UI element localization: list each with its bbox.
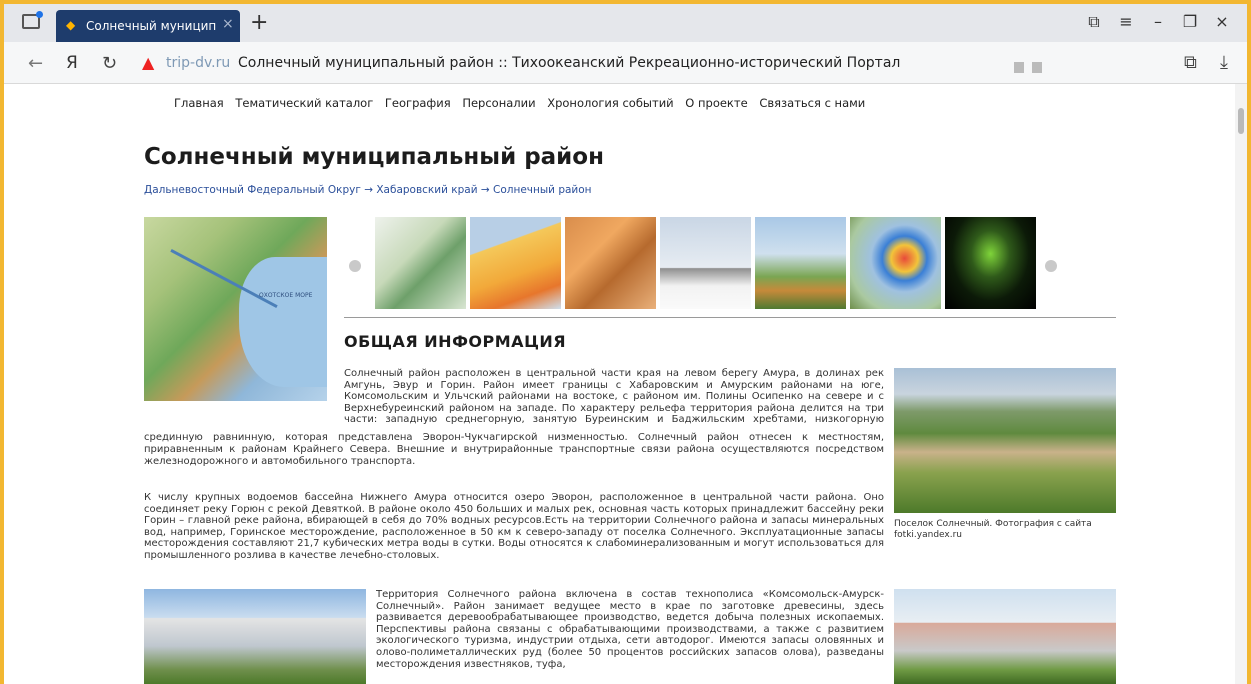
carousel-prev-icon[interactable] bbox=[349, 260, 361, 272]
nav-item-contact[interactable]: Связаться с нами bbox=[759, 96, 865, 110]
settlement-photo[interactable] bbox=[894, 368, 1116, 513]
page-scrollbar[interactable] bbox=[1235, 84, 1247, 684]
minimize-icon[interactable]: – bbox=[1146, 12, 1170, 31]
carousel-thumb-map2[interactable] bbox=[470, 217, 561, 309]
web-page: Главная Тематический каталог География П… bbox=[4, 84, 1247, 684]
carousel-next-icon[interactable] bbox=[1045, 260, 1057, 272]
nav-item-about[interactable]: О проекте bbox=[685, 96, 747, 110]
yandex-icon[interactable]: Я bbox=[66, 53, 78, 73]
tab-manager-icon[interactable]: ⧉ bbox=[1082, 12, 1106, 32]
carousel-thumb-night[interactable] bbox=[945, 217, 1036, 309]
address-domain: trip-dv.ru bbox=[166, 55, 231, 71]
page-title: Солнечный муниципальный район bbox=[144, 144, 604, 170]
info-paragraph-3: Территория Солнечного района включена в … bbox=[376, 589, 884, 670]
browser-tab[interactable]: ◆ Солнечный муниципаль × bbox=[56, 10, 240, 42]
translate-icon[interactable]: ⧉ bbox=[1184, 52, 1197, 73]
admin-building-photo[interactable] bbox=[144, 589, 366, 684]
breadcrumb: Дальневосточный Федеральный Округ → Хаба… bbox=[144, 184, 592, 196]
nav-item-catalog[interactable]: Тематический каталог bbox=[235, 96, 373, 110]
breadcrumb-item-district[interactable]: Дальневосточный Федеральный Округ bbox=[144, 184, 361, 196]
menu-icon[interactable]: ≡ bbox=[1114, 12, 1138, 31]
carousel-thumb-balloon[interactable] bbox=[850, 217, 941, 309]
reload-icon[interactable]: ↻ bbox=[102, 53, 117, 74]
close-tab-icon[interactable]: × bbox=[222, 16, 234, 32]
info-paragraph-2: К числу крупных водоемов бассейна Нижнег… bbox=[144, 492, 884, 561]
nav-item-home[interactable]: Главная bbox=[174, 96, 224, 110]
carousel-thumb-map3[interactable] bbox=[565, 217, 656, 309]
info-paragraph-1-cont: Солнечный район расположен в центральной… bbox=[144, 432, 884, 478]
photo-caption: Поселок Солнечный. Фотография с сайта fo… bbox=[894, 519, 1092, 540]
nav-item-chronology[interactable]: Хронология событий bbox=[547, 96, 673, 110]
back-icon[interactable]: ← bbox=[28, 53, 43, 74]
breadcrumb-item-rayon[interactable]: Солнечный район bbox=[493, 184, 592, 196]
nav-item-geography[interactable]: География bbox=[385, 96, 451, 110]
section-title: ОБЩАЯ ИНФОРМАЦИЯ bbox=[344, 332, 567, 351]
downloads-icon[interactable]: ⤓ bbox=[1220, 52, 1228, 73]
carousel-thumb-map1[interactable] bbox=[375, 217, 466, 309]
address-field[interactable]: ▲ trip-dv.ru Солнечный муниципальный рай… bbox=[142, 49, 972, 77]
info-paragraph-1-top: Солнечный район расположен в центральной… bbox=[344, 368, 884, 426]
info-paragraph-1-flow: Солнечный район расположен в центральной… bbox=[144, 432, 884, 467]
breadcrumb-separator: → bbox=[360, 184, 377, 196]
new-tab-icon[interactable]: + bbox=[250, 10, 268, 35]
breadcrumb-item-krai[interactable]: Хабаровский край bbox=[376, 184, 477, 196]
reader-icons[interactable] bbox=[1014, 58, 1054, 73]
browser-window: ◆ Солнечный муниципаль × + ⧉ ≡ – ❐ × ← Я… bbox=[4, 4, 1247, 684]
map-label: ОХОТСКОЕ МОРЕ bbox=[259, 292, 313, 299]
address-title: Солнечный муниципальный район :: Тихооке… bbox=[238, 55, 901, 71]
breadcrumb-separator: → bbox=[477, 184, 494, 196]
carousel-thumb-monument[interactable] bbox=[660, 217, 751, 309]
scrollbar-thumb[interactable] bbox=[1238, 108, 1244, 134]
close-window-icon[interactable]: × bbox=[1210, 12, 1234, 31]
top-navigation: Главная Тематический каталог География П… bbox=[174, 96, 873, 110]
address-bar-row: ← Я ↻ ▲ trip-dv.ru Солнечный муниципальн… bbox=[4, 42, 1247, 84]
photo-carousel bbox=[344, 217, 1114, 309]
street-photo[interactable] bbox=[894, 589, 1116, 684]
warning-icon[interactable]: ▲ bbox=[142, 54, 160, 72]
map-sea bbox=[239, 257, 327, 387]
restore-icon[interactable]: ❐ bbox=[1178, 12, 1202, 31]
favicon-icon: ◆ bbox=[66, 18, 76, 32]
tabs-icon[interactable] bbox=[22, 11, 43, 29]
tab-bar: ◆ Солнечный муниципаль × + ⧉ ≡ – ❐ × bbox=[4, 4, 1247, 42]
region-map-image[interactable]: ОХОТСКОЕ МОРЕ bbox=[144, 217, 327, 401]
tab-title: Солнечный муниципаль bbox=[86, 19, 216, 33]
carousel-thumb-church[interactable] bbox=[755, 217, 846, 309]
section-divider bbox=[344, 317, 1116, 318]
nav-item-persons[interactable]: Персоналии bbox=[462, 96, 535, 110]
